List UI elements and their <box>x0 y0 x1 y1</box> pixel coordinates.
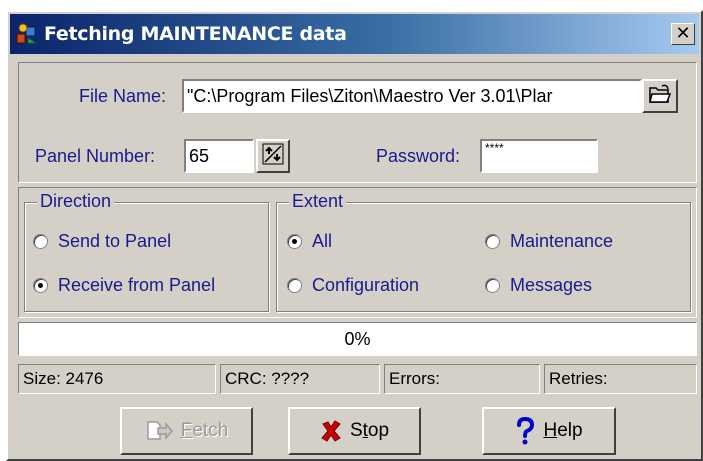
browse-button[interactable] <box>642 79 678 113</box>
radio-label: Messages <box>510 275 593 295</box>
app-icon <box>14 21 40 47</box>
help-label: Help <box>543 420 583 441</box>
radio-label: Maintenance <box>510 231 614 251</box>
close-icon: ✕ <box>675 23 691 44</box>
direction-group: Direction Send to Panel Receive from Pan… <box>24 191 269 312</box>
radio-button-icon <box>33 234 48 249</box>
panel-number-label: Panel Number: <box>35 146 156 166</box>
panel-number-spinner[interactable] <box>256 139 290 173</box>
radio-button-icon <box>485 278 500 293</box>
status-retries: Retries: <box>544 364 697 394</box>
radio-label: All <box>312 231 333 251</box>
radio-label: Send to Panel <box>58 231 172 251</box>
password-field[interactable]: **** <box>480 139 598 173</box>
radio-button-icon <box>485 234 500 249</box>
radio-button-icon <box>287 234 302 249</box>
question-mark-icon <box>515 417 535 445</box>
extent-group: Extent All Maintenance Configuration Mes… <box>276 191 691 312</box>
fetch-label: Fetch <box>180 420 229 441</box>
radio-label: Receive from Panel <box>58 275 216 295</box>
progress-bar: 0% <box>18 322 697 356</box>
help-button[interactable]: Help <box>482 407 616 455</box>
radio-receive-from-panel[interactable]: Receive from Panel <box>33 275 215 296</box>
radio-configuration[interactable]: Configuration <box>287 275 419 296</box>
radio-send-to-panel[interactable]: Send to Panel <box>33 231 171 252</box>
file-panel: File Name: "C:\Program Files\Ziton\Maest… <box>18 62 697 183</box>
progress-text: 0% <box>344 329 371 349</box>
radio-label: Configuration <box>312 275 420 295</box>
stop-label: Stop <box>349 420 390 441</box>
radio-all[interactable]: All <box>287 231 332 252</box>
x-icon <box>320 420 342 442</box>
title-bar[interactable]: Fetching MAINTENANCE data ✕ <box>10 14 699 54</box>
panel-number-field[interactable]: 65 <box>184 139 254 173</box>
status-crc: CRC: ???? <box>220 364 380 394</box>
fetch-button[interactable]: Fetch <box>120 407 253 455</box>
fetch-icon <box>145 420 173 442</box>
radio-maintenance[interactable]: Maintenance <box>485 231 613 252</box>
folder-open-icon <box>648 84 672 109</box>
radio-button-icon <box>287 278 302 293</box>
radio-messages[interactable]: Messages <box>485 275 592 296</box>
radio-button-icon <box>33 278 48 293</box>
file-name-label: File Name: <box>79 86 167 106</box>
dialog-window: Fetching MAINTENANCE data ✕ File Name: "… <box>6 10 703 461</box>
status-size: Size: 2476 <box>18 364 216 394</box>
file-name-field[interactable]: "C:\Program Files\Ziton\Maestro Ver 3.01… <box>182 79 642 113</box>
stop-button[interactable]: Stop <box>288 407 421 455</box>
password-label: Password: <box>376 146 461 166</box>
extent-title: Extent <box>289 191 347 212</box>
direction-title: Direction <box>37 191 115 212</box>
close-button[interactable]: ✕ <box>671 23 695 45</box>
spinner-icon <box>261 142 285 171</box>
status-errors: Errors: <box>384 364 540 394</box>
window-title: Fetching MAINTENANCE data <box>44 23 347 45</box>
